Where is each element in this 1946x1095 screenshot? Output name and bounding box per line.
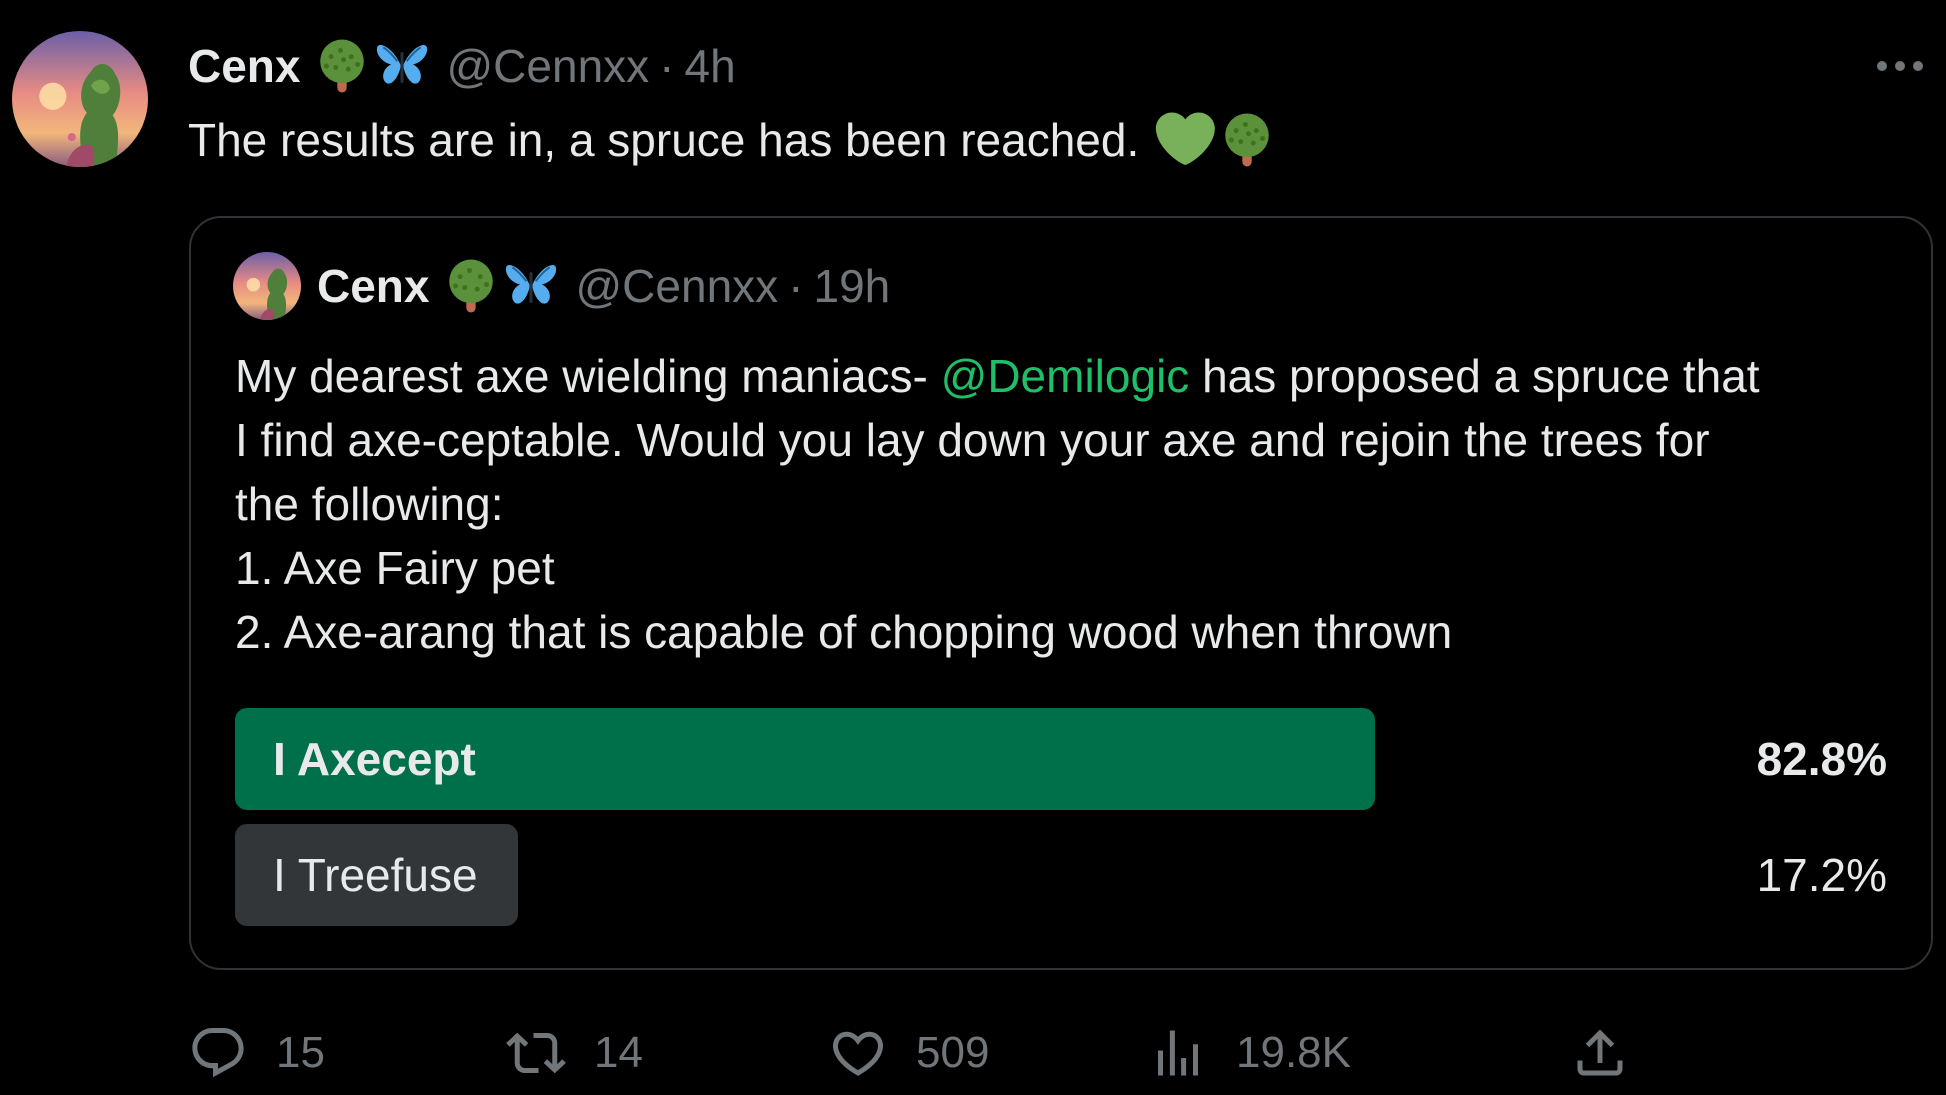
tweet-actions: 15 14 509 19.8K <box>188 1018 1888 1088</box>
poll-option-label: I Axecept <box>273 733 476 785</box>
butterfly-icon <box>503 258 559 314</box>
quoted-tweet-header: Cenx @Cennxx · 19h <box>233 252 890 320</box>
quoted-tweet-text: My dearest axe wielding maniacs- @Demilo… <box>235 344 1915 664</box>
quoted-text-segment: has proposed a spruce that <box>1189 350 1760 402</box>
tweet[interactable]: Cenx @Cennxx · 4h The results are in, a … <box>0 0 1946 1095</box>
quoted-author-handle[interactable]: @Cennxx <box>575 259 778 313</box>
quoted-text-line: I find axe-ceptable. Would you lay down … <box>235 414 1710 466</box>
green-heart-icon <box>1155 110 1216 170</box>
quoted-author-name-emojis <box>443 258 559 314</box>
quoted-text-line: 1. Axe Fairy pet <box>235 542 555 594</box>
poll-option-percent: 82.8% <box>1756 733 1887 785</box>
quoted-text-line: 2. Axe-arang that is capable of chopping… <box>235 606 1453 658</box>
author-handle[interactable]: @Cennxx <box>446 39 649 93</box>
quoted-author-avatar[interactable] <box>233 252 301 320</box>
more-options-button[interactable] <box>1870 44 1930 88</box>
quoted-text-segment: My dearest axe wielding maniacs- <box>235 350 941 402</box>
like-count: 509 <box>916 1028 990 1077</box>
views-button[interactable]: 19.8K <box>1148 1018 1351 1088</box>
retweet-count: 14 <box>594 1028 643 1077</box>
share-button[interactable] <box>1570 1018 1630 1088</box>
quoted-text-line: My dearest axe wielding maniacs- @Demilo… <box>235 344 1915 408</box>
poll-option-treefuse: I Treefuse 17.2% <box>235 824 1887 926</box>
retweet-icon <box>506 1032 566 1074</box>
tweet-text: The results are in, a spruce has been re… <box>188 108 1275 172</box>
share-icon <box>1577 1029 1623 1076</box>
author-avatar[interactable] <box>12 31 148 167</box>
quoted-author-name[interactable]: Cenx <box>317 259 429 313</box>
mention-link[interactable]: @Demilogic <box>941 350 1190 402</box>
views-count: 19.8K <box>1236 1028 1351 1077</box>
tweet-text-emojis <box>1155 110 1275 170</box>
separator-dot: · <box>659 40 675 92</box>
author-name-emojis <box>314 38 430 94</box>
poll-option-label: I Treefuse <box>273 849 478 901</box>
reply-button[interactable]: 15 <box>188 1018 325 1088</box>
quoted-separator-dot: · <box>788 260 804 312</box>
heart-icon <box>832 1031 884 1076</box>
retweet-button[interactable]: 14 <box>506 1018 643 1088</box>
reply-count: 15 <box>276 1028 325 1077</box>
deciduous-tree-icon <box>443 258 499 314</box>
more-dots-icon <box>1877 61 1923 71</box>
deciduous-tree-icon <box>314 38 370 94</box>
tweet-timestamp[interactable]: 4h <box>684 39 735 93</box>
poll-option-axecept: I Axecept 82.8% <box>235 708 1887 810</box>
author-name[interactable]: Cenx <box>188 39 300 93</box>
reply-icon <box>192 1028 244 1078</box>
tweet-text-content: The results are in, a spruce has been re… <box>188 114 1140 166</box>
like-button[interactable]: 509 <box>828 1018 989 1088</box>
avatar-image <box>12 31 148 167</box>
tweet-header: Cenx @Cennxx · 4h <box>188 34 736 98</box>
quoted-text-line: the following: <box>235 478 504 530</box>
deciduous-tree-icon <box>1219 112 1275 168</box>
quoted-tweet[interactable]: Cenx @Cennxx · 19h My dearest axe wieldi… <box>189 216 1933 970</box>
butterfly-icon <box>374 38 430 94</box>
quoted-avatar-image <box>233 252 301 320</box>
poll-option-percent: 17.2% <box>1756 849 1887 901</box>
analytics-icon <box>1158 1030 1198 1076</box>
quoted-tweet-timestamp[interactable]: 19h <box>813 259 890 313</box>
